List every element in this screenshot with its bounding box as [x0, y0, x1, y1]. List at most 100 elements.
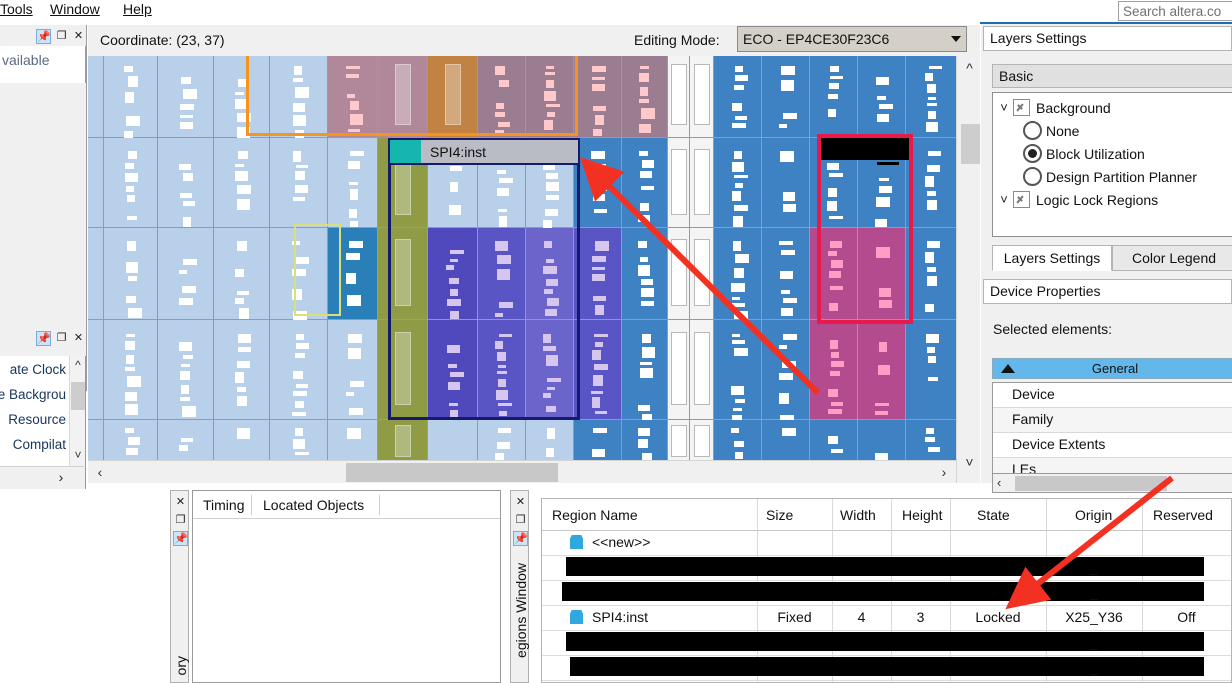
close-icon-4[interactable]: ✕	[513, 495, 528, 510]
floorplan-cell[interactable]	[714, 228, 762, 320]
floorplan-cell[interactable]	[690, 228, 714, 320]
floorplan-cell[interactable]	[270, 138, 328, 228]
floorplan-cell[interactable]	[428, 228, 478, 320]
floorplan-cell[interactable]	[762, 420, 810, 460]
floorplan-cell[interactable]	[668, 138, 690, 228]
left-panel-list[interactable]: ate Clock e Backgrou Resource Compilat ^…	[0, 356, 86, 466]
menu-item-tools[interactable]: Tools	[0, 1, 33, 17]
checkbox-icon[interactable]	[1013, 191, 1030, 208]
scroll-up-icon[interactable]: ^	[960, 58, 979, 78]
column-header-width[interactable]: Width	[840, 507, 876, 523]
table-row[interactable]: _	[542, 656, 1231, 681]
floorplan-cell[interactable]	[690, 320, 714, 420]
close-icon-3[interactable]: ✕	[173, 495, 188, 510]
floorplan-cell[interactable]	[690, 56, 714, 138]
property-row[interactable]: Device	[993, 383, 1232, 408]
floorplan-cell[interactable]	[574, 320, 622, 420]
region-label-spi4[interactable]: SPI4:inst	[388, 138, 580, 165]
layers-tree[interactable]: ˅ Background None Block Utilization Desi…	[992, 92, 1232, 237]
close-icon-2[interactable]: ✕	[71, 331, 86, 346]
restore-icon-3[interactable]: ❐	[173, 513, 188, 528]
floorplan-cell[interactable]	[328, 320, 378, 420]
floorplan-cell[interactable]	[270, 228, 328, 323]
floorplan-cell[interactable]	[574, 420, 622, 460]
left-panel-expand-icon[interactable]: ›	[50, 466, 72, 488]
floorplan-cell[interactable]	[88, 56, 104, 138]
floorplan-cell[interactable]	[810, 420, 858, 460]
floorplan-cell[interactable]	[762, 320, 810, 426]
table-row[interactable]: _	[542, 581, 1231, 606]
tab-located-objects[interactable]: Located Objects	[255, 494, 372, 518]
floorplan-cell[interactable]	[214, 138, 270, 228]
floorplan-cell[interactable]	[428, 56, 478, 138]
scrollbar-thumb[interactable]	[71, 382, 85, 410]
floorplan-cell[interactable]	[88, 138, 104, 228]
floorplan-cell[interactable]	[478, 56, 526, 138]
floorplan-cell[interactable]	[214, 320, 270, 420]
general-section-header[interactable]: General	[992, 358, 1232, 379]
floorplan-cell[interactable]	[104, 420, 158, 460]
tree-item-none[interactable]: None	[1023, 119, 1232, 142]
list-item[interactable]: Compilat	[0, 437, 66, 452]
logiclock-regions-table[interactable]: Region Name Size Width Height State Orig…	[541, 498, 1232, 683]
floorplan-cell[interactable]	[690, 138, 714, 228]
floorplan-cell[interactable]	[88, 320, 104, 420]
floorplan-cell[interactable]	[214, 56, 270, 139]
floorplan-horizontal-scrollbar[interactable]: ‹ ›	[88, 460, 956, 483]
floorplan-cell[interactable]	[810, 228, 858, 320]
floorplan-cell[interactable]	[622, 320, 668, 422]
floorplan-cell[interactable]	[858, 56, 906, 138]
table-row[interactable]: _	[542, 631, 1231, 656]
scroll-up-icon[interactable]: ^	[72, 358, 84, 372]
floorplan-cell[interactable]	[158, 420, 214, 460]
floorplan-cell[interactable]	[478, 420, 526, 460]
floorplan-canvas[interactable]	[88, 56, 958, 460]
floorplan-cell[interactable]	[906, 138, 958, 228]
list-item[interactable]: Resource	[0, 412, 66, 427]
floorplan-cell[interactable]	[214, 420, 270, 460]
menu-item-help[interactable]: Help	[123, 1, 152, 17]
floorplan-cell[interactable]	[906, 420, 958, 460]
floorplan-cell[interactable]	[906, 228, 958, 320]
list-item[interactable]: ate Clock	[0, 362, 66, 377]
floorplan-cell[interactable]	[526, 228, 574, 320]
table-row[interactable]: _	[542, 556, 1231, 581]
floorplan-cell[interactable]	[668, 56, 690, 138]
chevron-down-icon[interactable]: ˅	[995, 192, 1013, 207]
floorplan-cell[interactable]	[858, 420, 906, 460]
radio-icon-selected[interactable]	[1023, 144, 1042, 163]
column-header-size[interactable]: Size	[766, 507, 793, 523]
floorplan-cell[interactable]	[328, 420, 378, 460]
floorplan-cell[interactable]	[88, 420, 104, 460]
scroll-left-icon[interactable]: ‹	[997, 475, 1001, 490]
floorplan-cell[interactable]	[574, 228, 622, 320]
basic-group-header[interactable]: Basic	[992, 64, 1232, 88]
tree-item-logic-lock-regions[interactable]: ˅ Logic Lock Regions	[995, 188, 1232, 211]
floorplan-cell[interactable]	[858, 228, 906, 320]
floorplan-vertical-scrollbar[interactable]: ^ ˅	[956, 56, 980, 483]
floorplan-cell[interactable]	[428, 420, 478, 460]
floorplan-cell[interactable]	[428, 320, 478, 421]
column-header-reserved[interactable]: Reserved	[1153, 507, 1213, 523]
floorplan-cell[interactable]	[714, 420, 762, 460]
search-input[interactable]: Search altera.co	[1118, 1, 1232, 21]
list-item[interactable]: e Backgrou	[0, 387, 66, 402]
floorplan-cell[interactable]	[810, 320, 858, 420]
floorplan-viewport[interactable]: SPI4:inst	[88, 56, 980, 483]
floorplan-cell[interactable]	[104, 320, 158, 420]
radio-icon[interactable]	[1023, 121, 1042, 140]
floorplan-cell[interactable]	[762, 56, 810, 138]
property-row[interactable]: Family	[993, 408, 1232, 433]
floorplan-cell[interactable]	[810, 56, 858, 138]
editing-mode-select[interactable]: ECO - EP4CE30F23C6	[737, 26, 967, 52]
dock-strip-label-right[interactable]: egions Window	[513, 563, 529, 658]
close-icon[interactable]: ✕	[71, 29, 86, 44]
radio-icon[interactable]	[1023, 167, 1042, 186]
scrollbar-thumb[interactable]	[1015, 476, 1167, 491]
floorplan-cell[interactable]	[622, 138, 668, 228]
floorplan-cell[interactable]	[762, 138, 810, 228]
pin-icon-3[interactable]: 📌	[173, 531, 188, 546]
scroll-down-icon[interactable]: ˅	[960, 452, 979, 472]
floorplan-cell[interactable]	[328, 56, 378, 138]
floorplan-cell[interactable]	[714, 56, 762, 138]
